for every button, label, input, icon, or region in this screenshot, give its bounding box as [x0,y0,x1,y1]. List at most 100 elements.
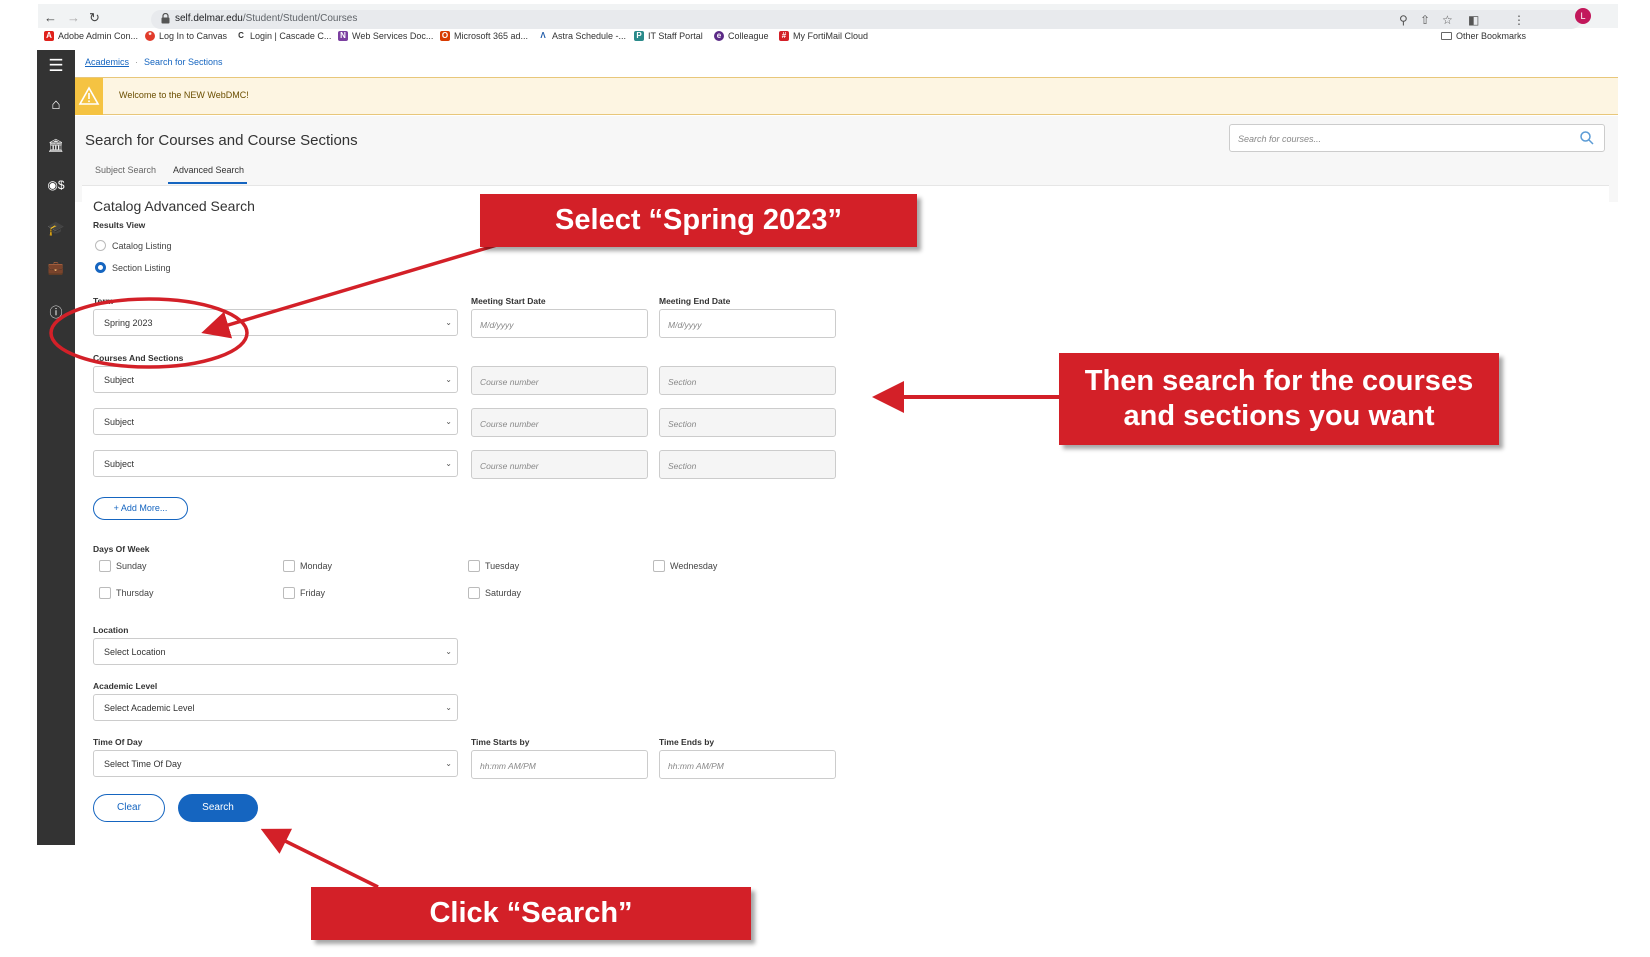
time-of-day-select[interactable]: Select Time Of Day ⌄ [93,750,458,777]
alert-banner: Welcome to the NEW WebDMC! [75,77,1618,115]
alert-text: Welcome to the NEW WebDMC! [119,90,249,100]
url-path: /Student/Student/Courses [242,13,358,24]
checkbox-tuesday[interactable] [468,560,480,572]
callout-search-courses: Then search for the courses and sections… [1059,353,1499,445]
subject-value: Subject [104,417,135,427]
meeting-start-label: Meeting Start Date [471,296,546,306]
colleague-icon: e [714,31,724,41]
breadcrumb-academics[interactable]: Academics [85,57,129,67]
time-ends-label: Time Ends by [659,737,715,747]
meeting-end-date-input[interactable]: M/d/yyyy [659,309,836,338]
checkbox-saturday[interactable] [468,587,480,599]
time-ends-input[interactable]: hh:mm AM/PM [659,750,836,779]
bookmark-fortimail[interactable]: # My FortiMail Cloud [779,31,868,41]
tab-subject-search[interactable]: Subject Search [95,165,156,175]
radio-catalog-listing[interactable] [95,240,106,251]
bookmark-label: Adobe Admin Con... [58,31,139,41]
subject-select-2[interactable]: Subject ⌄ [93,408,458,435]
subject-value: Subject [104,459,135,469]
finance-icon[interactable]: ◉$ [37,178,75,192]
profile-avatar[interactable]: L [1575,8,1591,24]
radio-section-listing[interactable] [95,262,106,273]
clear-button[interactable]: Clear [93,794,165,822]
callout-line: Then search for the courses [1084,365,1474,397]
url-text: self.delmar.edu/Student/Student/Courses [175,13,357,24]
canvas-icon: * [145,31,155,41]
zoom-icon[interactable]: ⚲ [1399,13,1408,27]
academic-level-value: Select Academic Level [104,703,195,713]
lock-icon [161,13,170,24]
chevron-down-icon: ⌄ [445,318,452,327]
subject-select-1[interactable]: Subject ⌄ [93,366,458,393]
bookmark-web-services[interactable]: N Web Services Doc... [338,31,433,41]
term-value: Spring 2023 [104,318,153,328]
chevron-down-icon: ⌄ [445,759,452,768]
add-more-button[interactable]: + Add More... [93,497,188,520]
menu-dots-icon[interactable]: ⋮ [1513,13,1525,27]
results-view-label: Results View [93,220,146,230]
subject-value: Subject [104,375,135,385]
search-icon[interactable] [1579,130,1595,146]
other-bookmarks[interactable]: Other Bookmarks [1441,31,1526,41]
star-icon[interactable]: ☆ [1442,13,1453,27]
chevron-down-icon: ⌄ [445,647,452,656]
bookmark-it-staff-portal[interactable]: P IT Staff Portal [634,31,703,41]
time-of-day-label: Time Of Day [93,737,143,747]
share-icon[interactable]: ⇧ [1420,13,1430,27]
hamburger-menu-icon[interactable]: ☰ [37,56,75,76]
checkbox-friday[interactable] [283,587,295,599]
app-main: Academics · Search for Sections Welcome to… [75,50,1618,845]
day-label: Sunday [116,561,147,571]
tab-advanced-search[interactable]: Advanced Search [173,165,244,175]
url-domain: self.delmar.edu [175,13,243,24]
checkbox-sunday[interactable] [99,560,111,572]
checkbox-thursday[interactable] [99,587,111,599]
search-button[interactable]: Search [178,794,258,822]
location-select[interactable]: Select Location ⌄ [93,638,458,665]
section-input-1[interactable]: Section [659,366,836,395]
bookmark-colleague[interactable]: e Colleague [714,31,769,41]
checkbox-monday[interactable] [283,560,295,572]
form-heading: Catalog Advanced Search [93,198,255,214]
browser-toolbar: ← → ↻ self.delmar.edu/Student/Student/Co… [38,4,1618,29]
forward-icon[interactable]: → [67,10,80,25]
course-search-input[interactable]: Search for courses... [1229,124,1605,152]
location-label: Location [93,625,129,635]
bookmark-label: Astra Schedule -... [552,31,627,41]
sidepanel-icon[interactable]: ◧ [1468,13,1479,27]
academic-level-select[interactable]: Select Academic Level ⌄ [93,694,458,721]
bookmark-cascade[interactable]: C Login | Cascade C... [236,31,331,41]
page-title: Search for Courses and Course Sections [85,132,358,149]
bookmark-canvas[interactable]: * Log In to Canvas [145,31,227,41]
checkbox-wednesday[interactable] [653,560,665,572]
time-starts-input[interactable]: hh:mm AM/PM [471,750,648,779]
meeting-start-date-input[interactable]: M/d/yyyy [471,309,648,338]
chevron-down-icon: ⌄ [445,375,452,384]
left-rail: ☰ ⌂ 🏛 ◉$ 🎓 💼 ⓘ [37,50,75,845]
section-input-2[interactable]: Section [659,408,836,437]
home-icon[interactable]: ⌂ [37,96,75,113]
section-input-3[interactable]: Section [659,450,836,479]
fortimail-icon: # [779,31,789,41]
back-icon[interactable]: ← [44,10,57,25]
bank-icon[interactable]: 🏛 [37,138,75,154]
breadcrumb-separator: · [135,57,139,67]
reload-icon[interactable]: ↻ [89,10,100,26]
bookmark-microsoft-365[interactable]: O Microsoft 365 ad... [440,31,528,41]
active-tab-indicator [168,182,247,184]
subject-select-3[interactable]: Subject ⌄ [93,450,458,477]
course-number-input-3[interactable]: Course number [471,450,648,479]
bookmark-adobe[interactable]: A Adobe Admin Con... [44,31,138,41]
day-label: Monday [300,561,333,571]
bookmark-astra[interactable]: Λ Astra Schedule -... [538,31,626,41]
address-bar[interactable]: self.delmar.edu/Student/Student/Courses [151,10,1581,29]
graduation-cap-icon[interactable]: 🎓 [37,220,75,237]
briefcase-icon[interactable]: 💼 [37,260,75,276]
course-number-input-2[interactable]: Course number [471,408,648,437]
bookmark-label: Web Services Doc... [352,31,434,41]
day-label: Tuesday [485,561,520,571]
term-select[interactable]: Spring 2023 ⌄ [93,309,458,336]
adobe-icon: A [44,31,54,41]
course-number-input-1[interactable]: Course number [471,366,648,395]
info-icon[interactable]: ⓘ [37,302,75,321]
